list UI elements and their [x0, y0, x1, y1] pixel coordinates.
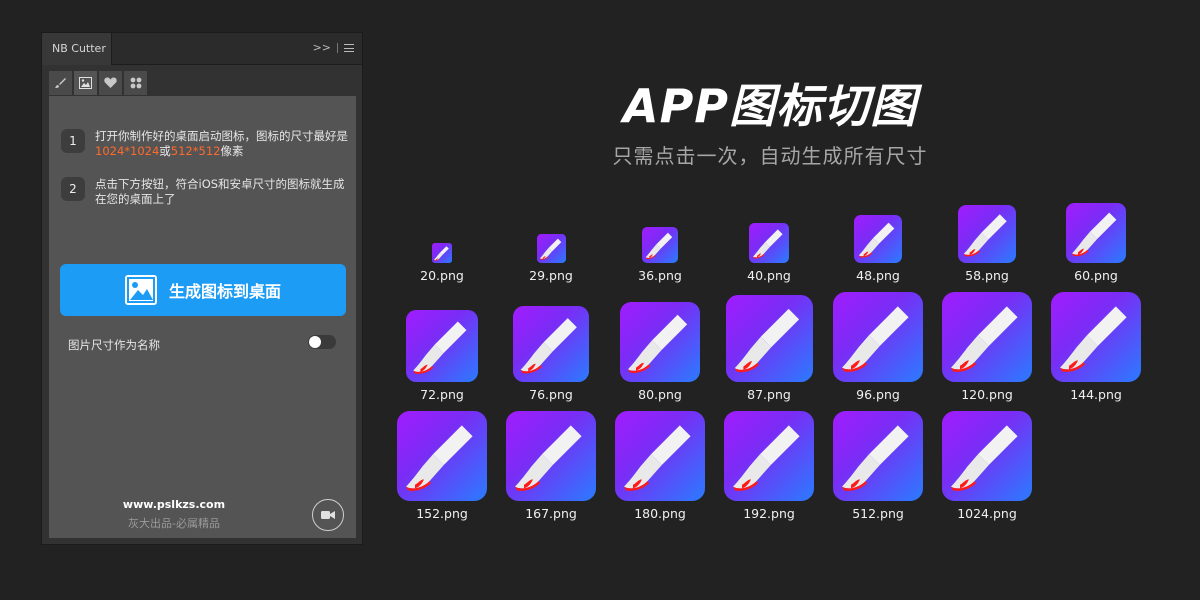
image-icon	[124, 275, 157, 305]
step-number: 1	[61, 129, 85, 153]
panel-menu: >>	[313, 41, 354, 54]
icon-filename-label: 60.png	[1074, 268, 1118, 283]
app-icon-image	[833, 292, 923, 382]
app-icon-image	[942, 411, 1032, 501]
icon-filename-label: 96.png	[856, 387, 900, 402]
app-icon-image	[642, 227, 678, 263]
app-icon-image	[725, 295, 813, 382]
icon-filename-label: 120.png	[961, 387, 1013, 402]
menu-separator	[337, 42, 338, 53]
app-icon-image	[615, 411, 705, 501]
app-icon-image	[506, 411, 596, 501]
step-2: 2 点击下方按钮，符合iOS和安卓尺寸的图标就生成在您的桌面上了	[61, 177, 349, 207]
app-icon-image	[724, 411, 814, 501]
app-icon-image	[1066, 203, 1126, 263]
icon-filename-label: 180.png	[634, 506, 686, 521]
app-icon-image	[749, 223, 789, 263]
icon-filename-label: 192.png	[743, 506, 795, 521]
icon-filename-label: 512.png	[852, 506, 904, 521]
app-icon-image	[397, 411, 487, 501]
grid-icon[interactable]	[124, 71, 147, 95]
size-as-name-row: 图片尺寸作为名称	[68, 334, 336, 352]
icon-filename-label: 29.png	[529, 268, 573, 283]
step-1-text-b: 像素	[220, 144, 244, 158]
app-icon-image	[854, 215, 902, 263]
app-icon-image	[620, 302, 700, 382]
video-icon[interactable]	[312, 499, 344, 531]
app-icon-image	[833, 411, 923, 501]
icon-filename-label: 20.png	[420, 268, 464, 283]
page-title: APP图标切图	[622, 79, 918, 133]
icon-filename-label: 72.png	[420, 387, 464, 402]
website-link[interactable]: www.pslkzs.com	[49, 498, 299, 511]
icon-filename-label: 167.png	[525, 506, 577, 521]
image-icon[interactable]	[74, 71, 97, 95]
nb-cutter-panel: NB Cutter >> 1 打开你制作好的桌面启动图标，图标的尺寸最好是102…	[41, 32, 363, 545]
step-1: 1 打开你制作好的桌面启动图标，图标的尺寸最好是1024*1024或512*51…	[61, 129, 349, 159]
icon-filename-label: 76.png	[529, 387, 573, 402]
panel-menu-icon[interactable]	[344, 43, 354, 52]
size-as-name-toggle[interactable]	[308, 335, 336, 349]
size-512: 512*512	[170, 144, 221, 158]
icon-filename-label: 1024.png	[957, 506, 1017, 521]
app-icon-image	[1051, 292, 1141, 382]
generate-icons-button[interactable]: 生成图标到桌面	[60, 264, 346, 316]
icon-filename-label: 36.png	[638, 268, 682, 283]
step-number: 2	[61, 177, 85, 201]
toggle-label: 图片尺寸作为名称	[68, 338, 160, 352]
size-1024: 1024*1024	[95, 144, 160, 158]
icon-filename-label: 58.png	[965, 268, 1009, 283]
app-icon-image	[513, 306, 589, 382]
icon-filename-label: 87.png	[747, 387, 791, 402]
panel-tab-title[interactable]: NB Cutter	[42, 33, 112, 65]
slogan-text: 灰大出品-必属精品	[128, 517, 220, 530]
app-icon-image	[958, 205, 1016, 263]
app-icon-image	[432, 243, 452, 263]
icon-filename-label: 80.png	[638, 387, 682, 402]
panel-tabbar: NB Cutter >>	[42, 33, 362, 65]
heart-icon[interactable]	[99, 71, 122, 95]
step-1-text-a: 打开你制作好的桌面启动图标，图标的尺寸最好是	[95, 129, 348, 143]
or-text: 或	[159, 144, 171, 158]
step-text: 点击下方按钮，符合iOS和安卓尺寸的图标就生成在您的桌面上了	[95, 177, 345, 206]
icon-filename-label: 40.png	[747, 268, 791, 283]
icon-filename-label: 48.png	[856, 268, 900, 283]
page-subtitle: 只需点击一次，自动生成所有尺寸	[612, 144, 928, 168]
app-icon-image	[406, 310, 478, 382]
panel-content: 1 打开你制作好的桌面启动图标，图标的尺寸最好是1024*1024或512*51…	[49, 96, 356, 538]
icon-filename-label: 144.png	[1070, 387, 1122, 402]
step-text: 打开你制作好的桌面启动图标，图标的尺寸最好是1024*1024或512*512像…	[95, 129, 349, 159]
app-icon-image	[536, 234, 566, 263]
app-icon-image	[942, 292, 1032, 382]
collapse-icon[interactable]: >>	[313, 41, 331, 54]
brush-icon[interactable]	[49, 71, 72, 95]
generate-button-label: 生成图标到桌面	[168, 282, 281, 301]
toggle-knob	[309, 336, 321, 348]
icon-filename-label: 152.png	[416, 506, 468, 521]
tool-tabs	[49, 71, 147, 95]
